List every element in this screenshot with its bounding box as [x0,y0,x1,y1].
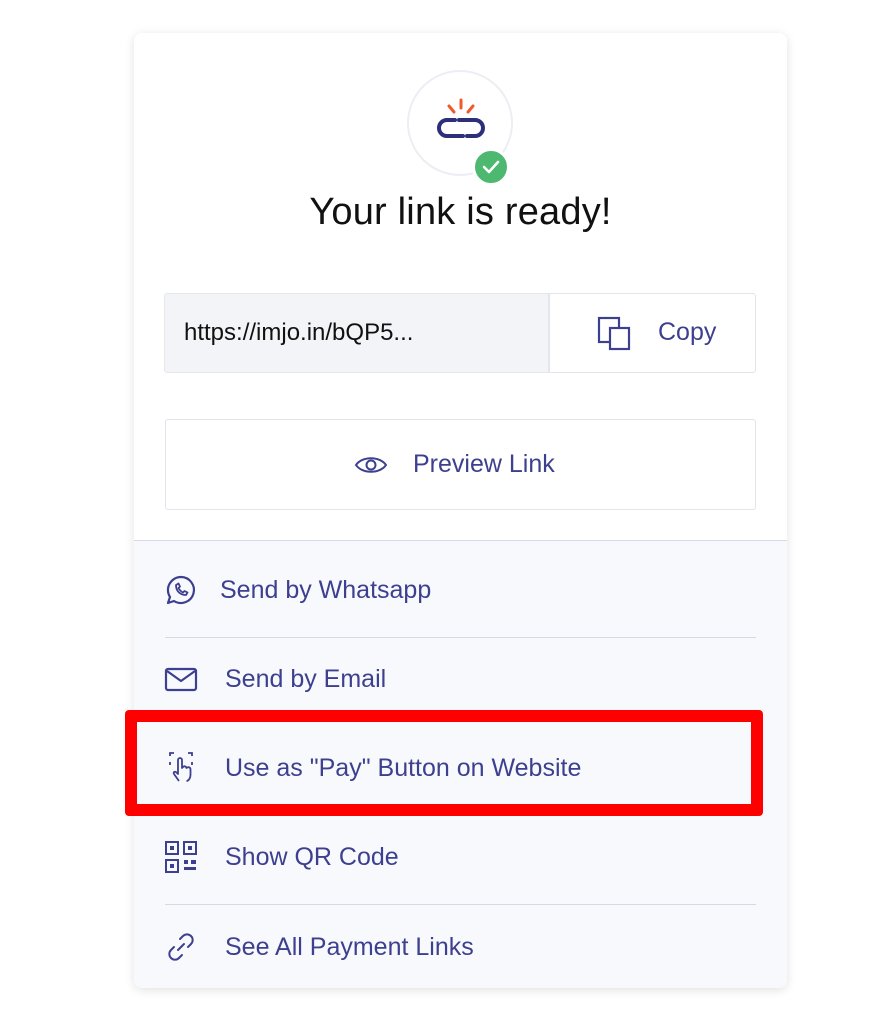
page-title: Your link is ready! [309,191,612,233]
share-email-item[interactable]: Send by Email [164,635,756,723]
copy-button[interactable]: Copy [549,293,756,373]
hand-tap-icon [169,752,193,782]
qr-code-icon [165,841,197,873]
copy-icon [597,316,631,351]
see-all-links-item[interactable]: See All Payment Links [164,903,756,988]
pay-button-label: Use as "Pay" Button on Website [225,754,582,782]
show-qr-label: Show QR Code [225,843,399,871]
check-icon [482,160,500,174]
share-whatsapp-item[interactable]: Send by Whatsapp [164,546,756,634]
eye-icon [354,457,388,473]
link-url-field[interactable]: https://imjo.in/bQP5... [164,293,549,373]
show-qr-item[interactable]: Show QR Code [164,813,756,901]
preview-link-label: Preview Link [413,450,555,478]
success-badge [472,148,510,186]
see-all-links-label: See All Payment Links [225,933,474,961]
envelope-icon [164,667,198,692]
broken-chain-link-icon [437,98,485,138]
link-ready-card: Your link is ready! https://imjo.in/bQP5… [134,33,787,988]
pay-button-item[interactable]: Use as "Pay" Button on Website [164,724,756,812]
whatsapp-icon [166,575,196,605]
copy-label: Copy [658,318,717,346]
link-url-text: https://imjo.in/bQP5... [184,319,414,346]
share-email-label: Send by Email [225,665,387,693]
share-whatsapp-label: Send by Whatsapp [220,576,432,604]
preview-link-button[interactable]: Preview Link [165,419,756,510]
card-top-section: Your link is ready! https://imjo.in/bQP5… [134,33,787,541]
link-icon [168,933,194,961]
share-options-section: Send by Whatsapp Send by Email Use as "P… [134,541,787,988]
